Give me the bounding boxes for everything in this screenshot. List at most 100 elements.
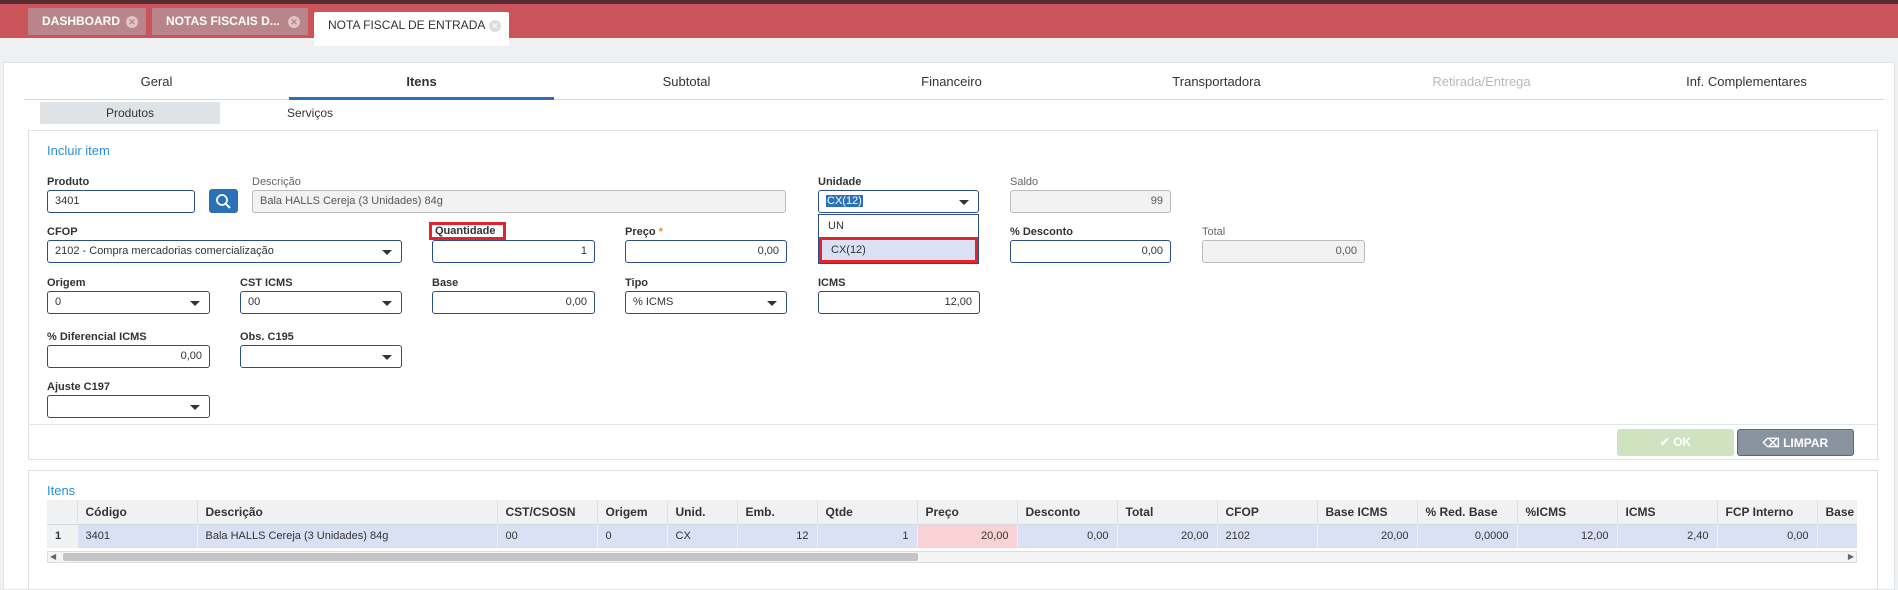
chevron-down-icon [382, 250, 392, 255]
column-header[interactable]: Código [77, 500, 198, 525]
column-header[interactable]: ICMS [1617, 500, 1718, 525]
column-header[interactable]: CFOP [1217, 500, 1318, 525]
ok-button[interactable]: ✔ OK [1617, 429, 1734, 456]
table-cell: 00 [497, 524, 598, 548]
column-header[interactable]: Origem [597, 500, 668, 525]
column-header[interactable]: Preço [917, 500, 1018, 525]
cfop-value: 2102 - Compra mercadorias comercializaçã… [55, 245, 274, 257]
top-tab-bar: DASHBOARD ✕ NOTAS FISCAIS D... ✕ NOTA FI… [0, 0, 1898, 46]
table-cell: CX [667, 524, 738, 548]
divider [28, 424, 1878, 425]
search-button[interactable] [209, 189, 238, 213]
tipo-select[interactable]: % ICMS [625, 291, 787, 314]
produto-input[interactable]: 3401 [47, 190, 195, 213]
total-input: 0,00 [1202, 240, 1365, 263]
items-title: Itens [47, 483, 76, 498]
tipo-value: % ICMS [633, 296, 674, 308]
chevron-down-icon [382, 355, 392, 360]
required-star: * [658, 226, 663, 238]
tab-transportadora[interactable]: Transportadora [1084, 72, 1349, 100]
cst-icms-value: 00 [248, 296, 261, 308]
desconto-input[interactable]: 0,00 [1010, 240, 1171, 263]
table-cell [1817, 524, 1857, 548]
tab-notas-fiscais-label: NOTAS FISCAIS D... [166, 14, 280, 28]
tab-subtotal[interactable]: Subtotal [554, 72, 819, 100]
check-icon: ✔ [1659, 435, 1670, 449]
subtab-produtos[interactable]: Produtos [40, 102, 220, 124]
column-header[interactable]: %ICMS [1517, 500, 1618, 525]
close-icon[interactable]: ✕ [126, 16, 138, 28]
cfop-select[interactable]: 2102 - Compra mercadorias comercializaçã… [47, 240, 402, 263]
row-number: 1 [47, 524, 78, 548]
table-cell: 0,00 [1017, 524, 1118, 548]
column-header[interactable]: Base ICMS [1317, 500, 1418, 525]
column-header[interactable]: Total [1117, 500, 1218, 525]
desconto-label: % Desconto [1010, 226, 1073, 238]
horizontal-scrollbar[interactable]: ◀ ▶ [47, 551, 1857, 563]
column-header[interactable]: Emb. [737, 500, 818, 525]
chevron-down-icon [382, 301, 392, 306]
tab-dashboard[interactable]: DASHBOARD ✕ [28, 8, 146, 35]
table-cell: 0 [597, 524, 668, 548]
dif-icms-input[interactable]: 0,00 [47, 345, 210, 368]
saldo-input: 99 [1010, 190, 1171, 213]
close-icon[interactable]: ✕ [288, 16, 300, 28]
tab-inf-complementares[interactable]: Inf. Complementares [1614, 72, 1879, 100]
include-item-title: Incluir item [47, 143, 110, 158]
column-header[interactable]: Base [1817, 500, 1857, 525]
unidade-option-cx12[interactable]: CX(12) [819, 237, 978, 263]
column-header[interactable]: % Red. Base [1417, 500, 1518, 525]
column-header[interactable]: FCP Interno [1717, 500, 1818, 525]
unidade-label: Unidade [818, 176, 862, 188]
cfop-label: CFOP [47, 226, 78, 238]
table-cell-price: 20,00 [917, 524, 1018, 548]
close-icon[interactable]: ✕ [489, 20, 501, 32]
saldo-label: Saldo [1010, 176, 1039, 188]
origem-value: 0 [55, 296, 62, 308]
column-header[interactable]: Desconto [1017, 500, 1118, 525]
tipo-label: Tipo [625, 277, 649, 289]
tab-dashboard-label: DASHBOARD [42, 14, 120, 28]
chevron-down-icon [767, 301, 777, 306]
unidade-select[interactable]: CX(12) [818, 190, 979, 213]
base-input[interactable]: 0,00 [432, 291, 595, 314]
limpar-button[interactable]: ⌫ LIMPAR [1737, 429, 1854, 456]
subtab-servicos[interactable]: Serviços [220, 102, 400, 124]
tab-notas-fiscais[interactable]: NOTAS FISCAIS D... ✕ [152, 8, 308, 35]
column-header[interactable]: Qtde [817, 500, 918, 525]
tab-retirada-entrega[interactable]: Retirada/Entrega [1349, 72, 1614, 100]
table-cell: 20,00 [1317, 524, 1418, 548]
tab-nota-fiscal-entrada[interactable]: NOTA FISCAL DE ENTRADA ✕ [314, 12, 509, 46]
scrollbar-thumb[interactable] [63, 553, 918, 561]
unidade-dropdown: UN CX(12) [818, 214, 979, 264]
icms-input[interactable]: 12,00 [818, 291, 980, 314]
table-cell: Bala HALLS Cereja (3 Unidades) 84g [197, 524, 498, 548]
preco-label-text: Preço [625, 226, 656, 238]
quantidade-input[interactable]: 1 [432, 240, 595, 263]
table-row[interactable]: 1 3401 Bala HALLS Cereja (3 Unidades) 84… [47, 524, 1857, 548]
search-icon [216, 194, 231, 209]
descricao-input: Bala HALLS Cereja (3 Unidades) 84g [252, 190, 786, 213]
ok-button-label: OK [1673, 435, 1692, 449]
tab-geral[interactable]: Geral [24, 72, 289, 100]
column-header[interactable]: CST/CSOSN [497, 500, 598, 525]
obs-c195-label: Obs. C195 [240, 331, 294, 343]
tab-itens[interactable]: Itens [289, 72, 554, 100]
base-label: Base [432, 277, 459, 289]
column-header[interactable] [47, 500, 78, 525]
origem-select[interactable]: 0 [47, 291, 210, 314]
scroll-left-icon[interactable]: ◀ [50, 552, 56, 561]
column-header[interactable]: Descrição [197, 500, 498, 525]
preco-input[interactable]: 0,00 [625, 240, 787, 263]
cst-icms-select[interactable]: 00 [240, 291, 402, 314]
scroll-right-icon[interactable]: ▶ [1848, 552, 1854, 561]
column-header[interactable]: Unid. [667, 500, 738, 525]
chevron-down-icon [190, 301, 200, 306]
total-label: Total [1202, 226, 1226, 238]
origem-label: Origem [47, 277, 86, 289]
unidade-option-un[interactable]: UN [819, 215, 978, 237]
ajuste-c197-select[interactable] [47, 395, 210, 418]
table-cell: 12,00 [1517, 524, 1618, 548]
tab-financeiro[interactable]: Financeiro [819, 72, 1084, 100]
obs-c195-select[interactable] [240, 345, 402, 368]
